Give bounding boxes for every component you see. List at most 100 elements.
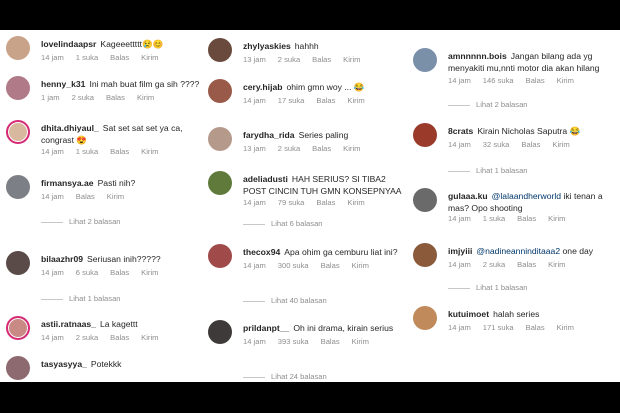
avatar[interactable] [413,243,437,267]
avatar[interactable] [413,123,437,147]
view-replies-button[interactable]: Lihat 2 balasan [41,217,121,226]
view-replies-button[interactable]: Lihat 24 balasan [243,372,327,381]
like-count[interactable]: 2 suka [278,144,300,153]
like-count[interactable]: 393 suka [278,337,309,346]
like-count[interactable]: 1 suka [76,147,98,156]
mention-link[interactable]: @lalaandherworld [492,191,561,201]
comment-username[interactable]: adeliadusti [243,174,288,184]
view-replies-button[interactable]: Lihat 1 balasan [41,294,121,303]
send-button[interactable]: Kirim [347,96,364,105]
view-replies-label[interactable]: Lihat 6 balasan [271,219,323,228]
reply-button[interactable]: Balas [110,53,129,62]
like-count[interactable]: 6 suka [76,268,98,277]
avatar[interactable] [6,251,30,275]
send-button[interactable]: Kirim [548,260,565,269]
avatar[interactable] [6,175,30,199]
comment-username[interactable]: cery.hijab [243,82,283,92]
like-count[interactable]: 2 suka [278,55,300,64]
send-button[interactable]: Kirim [557,323,574,332]
send-button[interactable]: Kirim [343,144,360,153]
avatar[interactable] [208,79,232,103]
comment-username[interactable]: firmansya.ae [41,178,94,188]
avatar[interactable] [413,306,437,330]
comment-username[interactable]: henny_k31 [41,79,85,89]
like-count[interactable]: 32 suka [483,140,510,149]
mention-link[interactable]: @nadineanninditaaa2 [476,246,560,256]
reply-button[interactable]: Balas [526,76,545,85]
avatar[interactable] [6,356,30,380]
send-button[interactable]: Kirim [107,192,124,201]
like-count[interactable]: 2 suka [483,260,505,269]
send-button[interactable]: Kirim [352,261,369,270]
send-button[interactable]: Kirim [352,337,369,346]
comment-username[interactable]: 8crats [448,126,473,136]
like-count[interactable]: 2 suka [76,333,98,342]
send-button[interactable]: Kirim [548,214,565,223]
comment-username[interactable]: bilaazhr09 [41,254,83,264]
reply-button[interactable]: Balas [316,96,335,105]
reply-button[interactable]: Balas [517,214,536,223]
reply-button[interactable]: Balas [316,198,335,207]
reply-button[interactable]: Balas [106,93,125,102]
view-replies-label[interactable]: Lihat 40 balasan [271,296,327,305]
comment-username[interactable]: thecox94 [243,247,280,257]
like-count[interactable]: 300 suka [278,261,309,270]
comment-username[interactable]: prildanpt__ [243,323,289,333]
view-replies-label[interactable]: Lihat 1 balasan [476,166,528,175]
reply-button[interactable]: Balas [312,144,331,153]
reply-button[interactable]: Balas [321,261,340,270]
reply-button[interactable]: Balas [110,268,129,277]
send-button[interactable]: Kirim [557,76,574,85]
avatar[interactable] [6,76,30,100]
avatar[interactable] [208,171,232,195]
view-replies-button[interactable]: Lihat 1 balasan [448,166,528,175]
comment-username[interactable]: imjyiii [448,246,472,256]
like-count[interactable]: 17 suka [278,96,305,105]
comment-username[interactable]: amnnnnn.bois [448,51,507,61]
avatar[interactable] [208,38,232,62]
view-replies-button[interactable]: Lihat 1 balasan [448,283,528,292]
send-button[interactable]: Kirim [141,53,158,62]
comment-username[interactable]: zhylyaskies [243,41,291,51]
send-button[interactable]: Kirim [141,147,158,156]
send-button[interactable]: Kirim [343,55,360,64]
reply-button[interactable]: Balas [526,323,545,332]
view-replies-button[interactable]: Lihat 40 balasan [243,296,327,305]
view-replies-label[interactable]: Lihat 2 balasan [69,217,121,226]
comment-username[interactable]: gulaaa.ku [448,191,488,201]
avatar[interactable] [6,120,30,144]
comment-username[interactable]: tasyasyya_ [41,359,87,369]
avatar[interactable] [208,320,232,344]
avatar[interactable] [413,48,437,72]
avatar[interactable] [6,316,30,340]
view-replies-label[interactable]: Lihat 24 balasan [271,372,327,381]
send-button[interactable]: Kirim [141,333,158,342]
avatar[interactable] [208,244,232,268]
like-count[interactable]: 2 suka [72,93,94,102]
comment-username[interactable]: dhita.dhiyaul_ [41,123,99,133]
avatar[interactable] [6,36,30,60]
reply-button[interactable]: Balas [110,333,129,342]
like-count[interactable]: 171 suka [483,323,514,332]
send-button[interactable]: Kirim [347,198,364,207]
reply-button[interactable]: Balas [110,147,129,156]
comment-username[interactable]: kutuimoet [448,309,489,319]
like-count[interactable]: 1 suka [483,214,505,223]
view-replies-label[interactable]: Lihat 1 balasan [69,294,121,303]
comment-username[interactable]: astii.ratnaas_ [41,319,96,329]
like-count[interactable]: 1 suka [76,53,98,62]
comment-username[interactable]: lovelindaapsr [41,39,96,49]
send-button[interactable]: Kirim [141,268,158,277]
avatar[interactable] [208,127,232,151]
view-replies-label[interactable]: Lihat 2 balasan [476,100,528,109]
view-replies-label[interactable]: Lihat 1 balasan [476,283,528,292]
send-button[interactable]: Kirim [552,140,569,149]
reply-button[interactable]: Balas [321,337,340,346]
comment-username[interactable]: farydha_rida [243,130,295,140]
view-replies-button[interactable]: Lihat 2 balasan [448,100,528,109]
reply-button[interactable]: Balas [76,192,95,201]
reply-button[interactable]: Balas [517,260,536,269]
reply-button[interactable]: Balas [312,55,331,64]
view-replies-button[interactable]: Lihat 6 balasan [243,219,323,228]
like-count[interactable]: 79 suka [278,198,305,207]
